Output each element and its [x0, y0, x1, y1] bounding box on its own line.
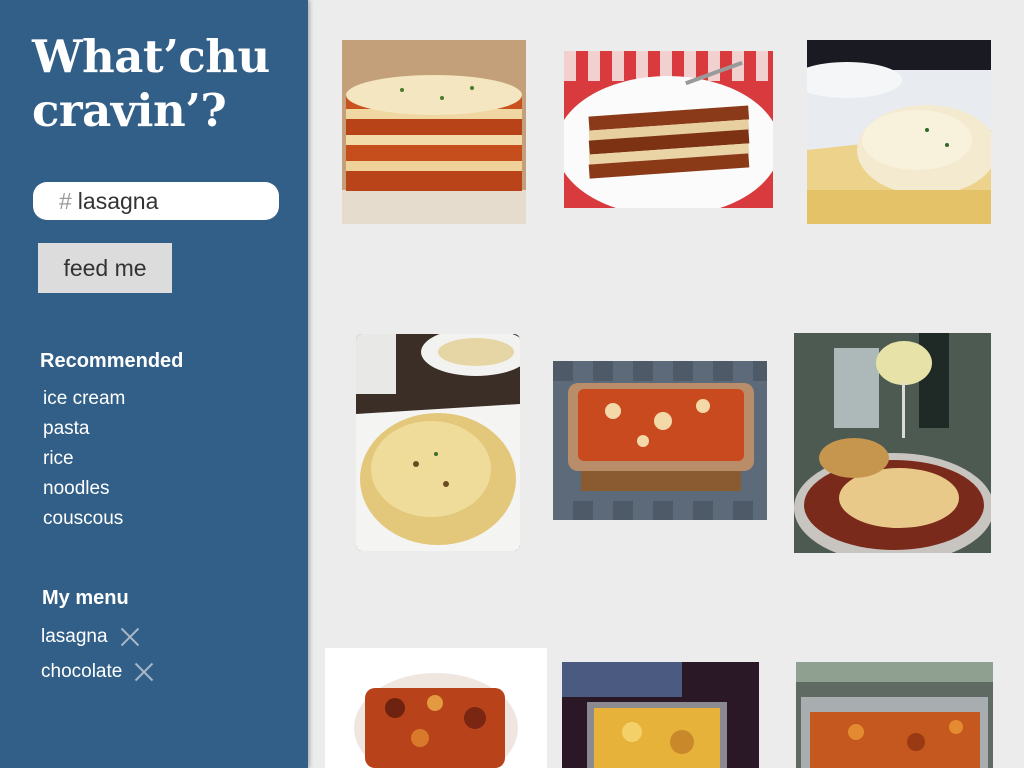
menu-item-label: chocolate: [41, 660, 123, 682]
app-title: What’chu cravin’?: [32, 30, 270, 137]
recommended-item[interactable]: couscous: [43, 504, 125, 534]
lasagna-in-tray-photo[interactable]: [796, 662, 993, 768]
lasagna-in-glass-dish-photo[interactable]: [553, 361, 767, 520]
menu-item: chocolate: [41, 654, 154, 689]
menu-item-label: lasagna: [41, 625, 108, 647]
my-menu-heading: My menu: [42, 587, 129, 609]
lasagna-with-wine-photo[interactable]: [794, 333, 991, 553]
lasagna-closeup-photo[interactable]: [325, 648, 547, 768]
feed-me-button[interactable]: feed me: [38, 243, 172, 293]
white-sauce-lasagna-photo[interactable]: [807, 40, 991, 224]
recommended-item[interactable]: pasta: [43, 414, 125, 444]
search-input[interactable]: [77, 187, 258, 215]
cheesy-baked-pasta-photo[interactable]: [356, 334, 520, 551]
recommended-item[interactable]: noodles: [43, 474, 125, 504]
lasagna-on-plate-photo[interactable]: [564, 51, 773, 208]
recommended-heading: Recommended: [40, 350, 184, 372]
my-menu-list: lasagna chocolate: [41, 619, 154, 689]
lasagna-slice-photo[interactable]: [342, 40, 526, 224]
remove-icon[interactable]: [134, 662, 154, 682]
menu-item: lasagna: [41, 619, 154, 654]
recommended-item[interactable]: rice: [43, 444, 125, 474]
recommended-item[interactable]: ice cream: [43, 384, 125, 414]
search-box[interactable]: #: [33, 182, 279, 220]
lasagna-in-oven-dish-photo[interactable]: [562, 662, 759, 768]
remove-icon[interactable]: [120, 627, 140, 647]
sidebar: What’chu cravin’? # feed me Recommended …: [0, 0, 308, 768]
recommended-list: ice cream pasta rice noodles couscous: [43, 384, 125, 534]
hashtag-icon: #: [59, 187, 72, 214]
